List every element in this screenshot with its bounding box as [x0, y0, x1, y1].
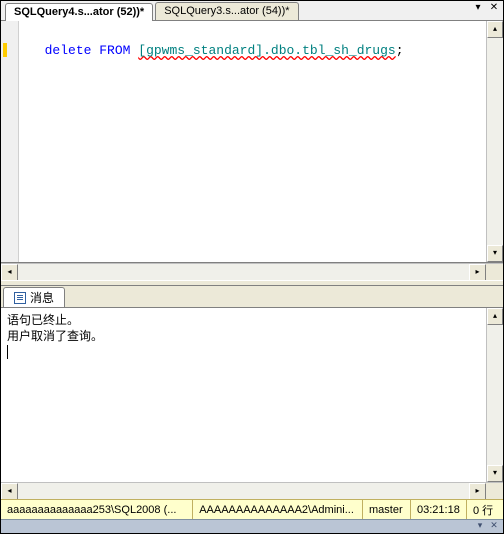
status-user: AAAAAAAAAAAAAA2\Admini...: [193, 500, 363, 519]
scroll-left-icon[interactable]: ◂: [1, 264, 18, 281]
hscroll-track[interactable]: [18, 483, 469, 499]
status-database: master: [363, 500, 411, 519]
tab-close-icon[interactable]: ✕: [487, 2, 501, 16]
scroll-right-icon[interactable]: ▸: [469, 483, 486, 500]
scroll-corner: [486, 264, 503, 281]
footer-close-icon[interactable]: ✕: [489, 521, 499, 531]
scroll-left-icon[interactable]: ◂: [1, 483, 18, 500]
status-server: aaaaaaaaaaaaaa253\SQL2008 (...: [1, 500, 193, 519]
scroll-down-icon[interactable]: ▾: [487, 245, 503, 262]
scroll-track[interactable]: [487, 325, 503, 465]
scroll-up-icon[interactable]: ▴: [487, 308, 503, 325]
line-cursor-indicator: [3, 43, 7, 57]
sql-editor[interactable]: delete FROM [gpwms_standard].dbo.tbl_sh_…: [1, 21, 503, 263]
messages-horizontal-scrollbar[interactable]: ◂ ▸: [1, 482, 503, 499]
editor-hscroll-track[interactable]: [18, 264, 469, 280]
messages-vertical-scrollbar[interactable]: ▴ ▾: [486, 308, 503, 482]
status-bar: aaaaaaaaaaaaaa253\SQL2008 (... AAAAAAAAA…: [1, 499, 503, 519]
status-elapsed-time: 03:21:18: [411, 500, 467, 519]
tab-sqlquery3[interactable]: SQLQuery3.s...ator (54))*: [155, 2, 298, 20]
scroll-corner: [486, 483, 503, 500]
text-cursor: [7, 345, 8, 359]
window-footer: ▾ ✕: [1, 519, 503, 533]
footer-dropdown-icon[interactable]: ▾: [475, 521, 485, 531]
status-row-count: 0 行: [467, 500, 503, 519]
messages-text[interactable]: 语句已终止。 用户取消了查询。: [1, 308, 486, 482]
scroll-track[interactable]: [487, 38, 503, 245]
tab-messages[interactable]: 消息: [3, 287, 65, 307]
messages-icon: [14, 292, 26, 304]
scroll-up-icon[interactable]: ▴: [487, 21, 503, 38]
query-tab-bar: SQLQuery4.s...ator (52))* SQLQuery3.s...…: [1, 1, 503, 21]
results-tab-bar: 消息: [1, 286, 503, 308]
editor-vertical-scrollbar[interactable]: ▴ ▾: [486, 21, 503, 262]
scroll-right-icon[interactable]: ▸: [469, 264, 486, 281]
tab-sqlquery4[interactable]: SQLQuery4.s...ator (52))*: [5, 3, 153, 21]
tab-messages-label: 消息: [30, 289, 54, 306]
tab-list-dropdown-icon[interactable]: ▾: [471, 2, 485, 16]
messages-panel: 语句已终止。 用户取消了查询。 ▴ ▾: [1, 308, 503, 482]
scroll-down-icon[interactable]: ▾: [487, 465, 503, 482]
editor-gutter: [1, 21, 19, 262]
code-content[interactable]: delete FROM [gpwms_standard].dbo.tbl_sh_…: [19, 21, 486, 262]
